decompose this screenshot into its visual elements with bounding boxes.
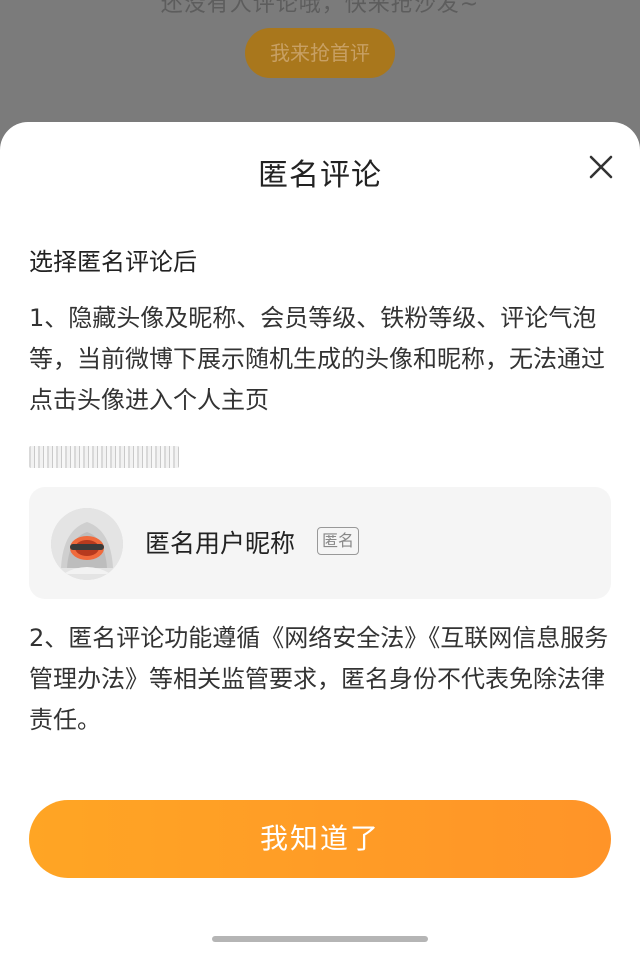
screen: 还没有人评论哦，快来抢沙发~ 我来抢首评 匿名评论 选择匿名评论后 1、隐藏头像… (0, 0, 640, 956)
dialog-title: 匿名评论 (258, 158, 382, 193)
anonymous-preview-card: 匿名用户昵称 匿名 (29, 487, 611, 599)
first-comment-button[interactable]: 我来抢首评 (245, 28, 395, 78)
home-indicator[interactable] (212, 936, 428, 942)
confirm-button[interactable]: 我知道了 (29, 800, 611, 878)
anonymous-nickname: 匿名用户昵称 (145, 529, 296, 558)
anonymous-comment-sheet: 匿名评论 选择匿名评论后 1、隐藏头像及昵称、会员等级、铁粉等级、评论气泡等，当… (0, 122, 640, 956)
dialog-subheading: 选择匿名评论后 (29, 248, 197, 276)
rule-paragraph-1: 1、隐藏头像及昵称、会员等级、铁粉等级、评论气泡等，当前微博下展示随机生成的头像… (29, 304, 605, 414)
anonymous-badge: 匿名 (317, 527, 360, 555)
close-icon[interactable] (583, 149, 619, 185)
background-hint-text: 还没有人评论哦，快来抢沙发~ (160, 0, 480, 17)
anonymous-avatar-icon (51, 508, 123, 580)
rule-paragraph-2: 2、匿名评论功能遵循《网络安全法》《互联网信息服务管理办法》等相关监管要求，匿名… (29, 624, 609, 734)
blurred-caption (29, 446, 179, 468)
